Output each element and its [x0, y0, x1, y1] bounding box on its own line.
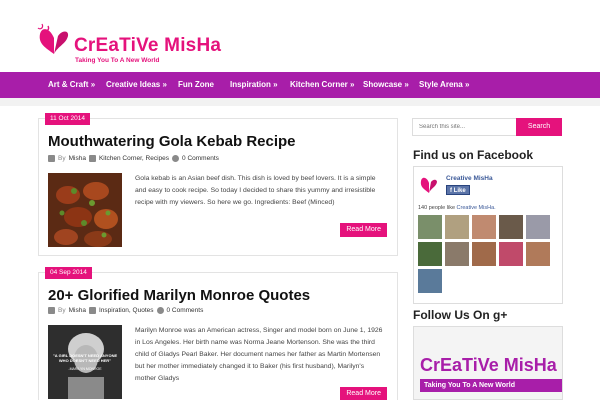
kebab-photo-icon — [48, 173, 122, 247]
read-more-button[interactable]: Read More — [340, 223, 387, 237]
nav-item-creative-ideas[interactable]: Creative Ideas » — [106, 72, 167, 98]
nav-item-fun-zone[interactable]: Fun Zone — [178, 72, 214, 98]
post-author-link[interactable]: Misha — [69, 155, 86, 162]
facebook-page-link[interactable]: Creative MisHa. — [457, 205, 496, 211]
main-nav: Art & Craft » Creative Ideas » Fun Zone … — [0, 72, 600, 98]
facebook-like-count: 140 people like Creative MisHa. — [418, 205, 496, 211]
post-date-badge: 04 Sep 2014 — [45, 267, 92, 279]
facebook-fan-avatar[interactable] — [526, 242, 550, 266]
facebook-fan-avatar[interactable] — [472, 215, 496, 239]
search-box: Search — [412, 118, 562, 136]
gplus-widget-title: Follow Us On g+ — [413, 308, 508, 322]
facebook-like-box: Creative MisHa f Like 140 people like Cr… — [413, 166, 563, 304]
facebook-fan-avatar[interactable] — [418, 242, 442, 266]
author-icon — [48, 307, 55, 314]
facebook-widget-title: Find us on Facebook — [413, 148, 534, 162]
post-meta: By Misha Kitchen Corner, Recipes 0 Comme… — [48, 155, 219, 162]
post-date-badge: 11 Oct 2014 — [45, 113, 90, 125]
nav-item-art-craft[interactable]: Art & Craft » — [48, 72, 95, 98]
post-card: 11 Oct 2014 Mouthwatering Gola Kebab Rec… — [38, 113, 398, 256]
post-comments-link[interactable]: 0 Comments — [182, 155, 219, 162]
facebook-fan-avatar[interactable] — [445, 215, 469, 239]
facebook-fan-avatar[interactable] — [499, 215, 523, 239]
facebook-fan-avatar[interactable] — [472, 242, 496, 266]
post-title[interactable]: Mouthwatering Gola Kebab Recipe — [48, 133, 296, 150]
facebook-like-button[interactable]: f Like — [446, 185, 470, 195]
comment-icon — [156, 307, 164, 314]
thumb-quote: "A GIRL DOESN'T NEED ANYONE WHO DOESN'T … — [52, 353, 118, 363]
nav-item-style-arena[interactable]: Style Arena » — [419, 72, 469, 98]
search-input[interactable] — [413, 119, 517, 135]
post-author-link[interactable]: Misha — [69, 307, 86, 314]
post-excerpt: Gola kebab is an Asian beef dish. This d… — [135, 175, 376, 206]
gplus-banner[interactable]: CrEaTiVe MisHa Taking You To A New World — [413, 326, 563, 400]
facebook-fan-avatar[interactable] — [526, 215, 550, 239]
nav-item-showcase[interactable]: Showcase » — [363, 72, 409, 98]
site-title[interactable]: CrEaTiVe MisHa — [74, 36, 221, 56]
site-header: CrEaTiVe MisHa Taking You To A New World — [0, 0, 600, 72]
gplus-banner-title: CrEaTiVe MisHa — [420, 355, 557, 375]
post-meta: By Misha Inspiration, Quotes 0 Comments — [48, 307, 203, 314]
folder-icon — [88, 155, 96, 162]
nav-shadow-strip — [0, 98, 600, 106]
post-excerpt: Marilyn Monroe was an American actress, … — [135, 327, 383, 382]
nav-item-inspiration[interactable]: Inspiration » — [230, 72, 278, 98]
facebook-fan-avatar[interactable] — [499, 242, 523, 266]
page-logo-icon[interactable] — [418, 173, 440, 195]
post-categories-link[interactable]: Inspiration, Quotes — [99, 307, 154, 314]
facebook-fan-avatar[interactable] — [418, 269, 442, 293]
butterfly-logo-icon[interactable] — [36, 22, 72, 58]
gplus-banner-tagline: Taking You To A New World — [420, 379, 562, 392]
post-thumbnail[interactable]: "A GIRL DOESN'T NEED ANYONE WHO DOESN'T … — [48, 325, 122, 399]
author-icon — [48, 155, 55, 162]
facebook-fan-avatar[interactable] — [418, 215, 442, 239]
post-thumbnail[interactable] — [48, 173, 122, 247]
folder-icon — [88, 307, 96, 314]
facebook-page-name[interactable]: Creative MisHa — [446, 175, 493, 182]
post-title[interactable]: 20+ Glorified Marilyn Monroe Quotes — [48, 287, 310, 304]
facebook-fan-avatar[interactable] — [445, 242, 469, 266]
thumb-attribution: -MARILYN MONROE — [68, 367, 102, 371]
site-tagline: Taking You To A New World — [75, 57, 160, 64]
comment-icon — [172, 155, 180, 162]
post-card: 04 Sep 2014 20+ Glorified Marilyn Monroe… — [38, 267, 398, 400]
search-button[interactable]: Search — [516, 118, 562, 136]
post-comments-link[interactable]: 0 Comments — [167, 307, 204, 314]
post-categories-link[interactable]: Kitchen Corner, Recipes — [99, 155, 169, 162]
nav-item-kitchen-corner[interactable]: Kitchen Corner » — [290, 72, 354, 98]
read-more-button[interactable]: Read More — [340, 387, 387, 400]
